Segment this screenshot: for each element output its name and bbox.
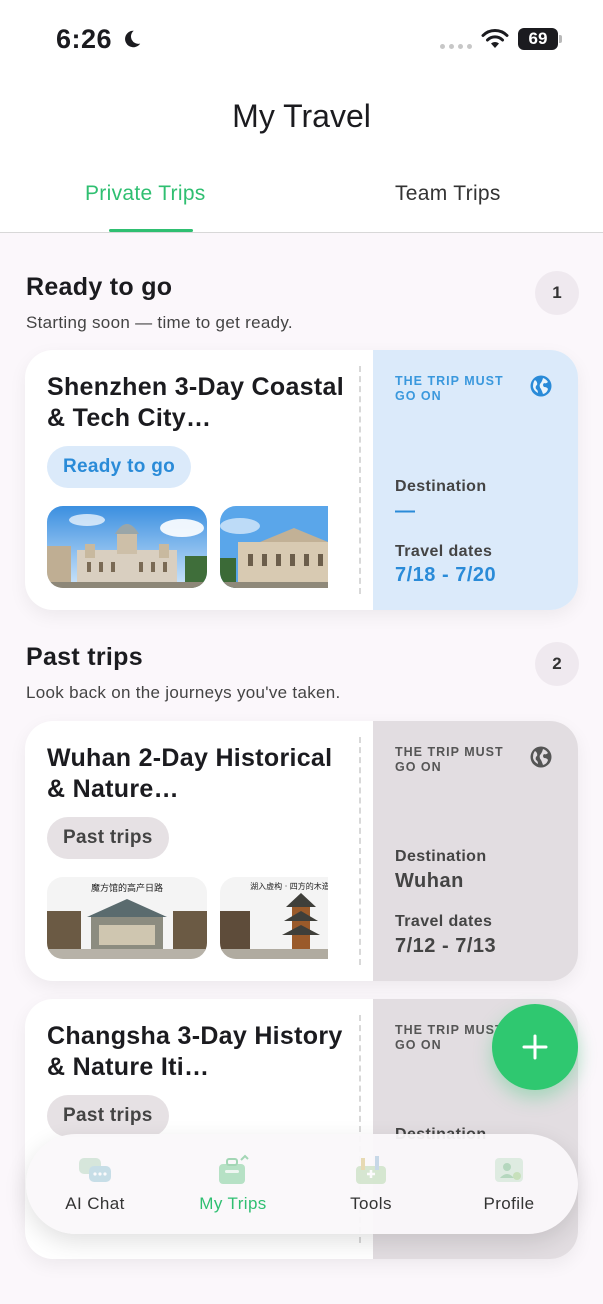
travel-dates-label: Travel dates	[395, 543, 493, 560]
card-divider	[359, 737, 361, 965]
section-subtitle-past: Look back on the journeys you've taken.	[26, 683, 341, 702]
status-chip: Past trips	[47, 1095, 169, 1137]
battery-indicator: 69	[518, 28, 558, 50]
trip-photo: 湖入虚构 · 四方的木造	[220, 877, 328, 959]
globe-icon	[530, 375, 552, 397]
trip-card-main: Shenzhen 3-Day Coastal & Tech City… Read…	[25, 350, 373, 610]
trip-tag: THE TRIP MUST GO ON	[395, 374, 504, 403]
trip-tag: THE TRIP MUST GO ON	[395, 745, 504, 774]
page-title: My Travel	[232, 98, 371, 134]
destination-label: Destination	[395, 848, 487, 865]
trip-photo	[220, 506, 328, 588]
trip-name: Wuhan 2-Day Historical & Nature…	[47, 744, 333, 803]
tab-team-trips[interactable]: Team Trips	[395, 182, 501, 206]
trip-photo	[47, 506, 207, 588]
status-time: 6:26	[56, 24, 113, 54]
add-trip-button[interactable]	[492, 1004, 578, 1090]
section-title-ready: Ready to go	[26, 273, 173, 301]
nav-item-tools[interactable]: Tools	[302, 1134, 440, 1234]
trip-name: Shenzhen 3-Day Coastal & Tech City…	[47, 373, 344, 432]
active-tab-indicator	[109, 229, 193, 232]
card-divider	[359, 366, 361, 594]
battery-cap	[559, 35, 562, 43]
toolbox-icon	[356, 1156, 386, 1184]
travel-dates-value: 7/12 - 7/13	[395, 935, 497, 957]
suitcase-icon	[219, 1154, 249, 1184]
header: My Travel Private Trips Team Trips	[0, 80, 603, 233]
profile-card-icon	[495, 1158, 523, 1182]
count-badge-past: 2	[535, 642, 579, 686]
moon-icon	[125, 30, 141, 48]
nav-label: AI Chat	[65, 1194, 125, 1213]
count-badge-ready: 1	[535, 271, 579, 315]
travel-dates-label: Travel dates	[395, 913, 493, 930]
trip-card-details: THE TRIP MUST GO ON Destination Wuhan Tr…	[373, 721, 578, 981]
section-title-past: Past trips	[26, 643, 143, 671]
globe-icon	[530, 746, 552, 768]
nav-item-profile[interactable]: Profile	[440, 1134, 578, 1234]
nav-item-my-trips[interactable]: My Trips	[164, 1134, 302, 1234]
cellular-signal-icon	[440, 44, 472, 49]
destination-label: Destination	[395, 478, 487, 495]
status-bar: 6:26 69	[0, 0, 603, 80]
bottom-nav: AI Chat My Trips Tools Profile	[26, 1134, 578, 1234]
nav-label: My Trips	[199, 1194, 267, 1213]
section-subtitle-ready: Starting soon — time to get ready.	[26, 313, 293, 332]
trip-photo: 魔方馆的高产日路	[47, 877, 207, 959]
trip-name: Changsha 3-Day History & Nature Iti…	[47, 1022, 343, 1081]
photo-caption: 魔方馆的高产日路	[91, 882, 163, 894]
chat-bubbles-icon	[79, 1158, 111, 1182]
trip-card-wuhan[interactable]: Wuhan 2-Day Historical & Nature… Past tr…	[25, 721, 578, 981]
photo-caption: 湖入虚构 · 四方的木造	[250, 881, 328, 891]
destination-value: —	[395, 500, 416, 522]
plus-icon	[522, 1034, 548, 1060]
nav-label: Tools	[350, 1194, 392, 1213]
status-chip: Past trips	[47, 817, 169, 859]
trip-card-shenzhen[interactable]: Shenzhen 3-Day Coastal & Tech City… Read…	[25, 350, 578, 610]
nav-item-ai-chat[interactable]: AI Chat	[26, 1134, 164, 1234]
travel-dates-value: 7/18 - 7/20	[395, 564, 497, 586]
trip-card-main: Wuhan 2-Day Historical & Nature… Past tr…	[25, 721, 373, 981]
wifi-icon	[481, 29, 509, 48]
status-chip: Ready to go	[47, 446, 192, 488]
trip-card-details: THE TRIP MUST GO ON Destination — Travel…	[373, 350, 578, 610]
tab-private-trips[interactable]: Private Trips	[85, 182, 206, 206]
destination-value: Wuhan	[395, 870, 464, 892]
nav-label: Profile	[483, 1194, 535, 1213]
